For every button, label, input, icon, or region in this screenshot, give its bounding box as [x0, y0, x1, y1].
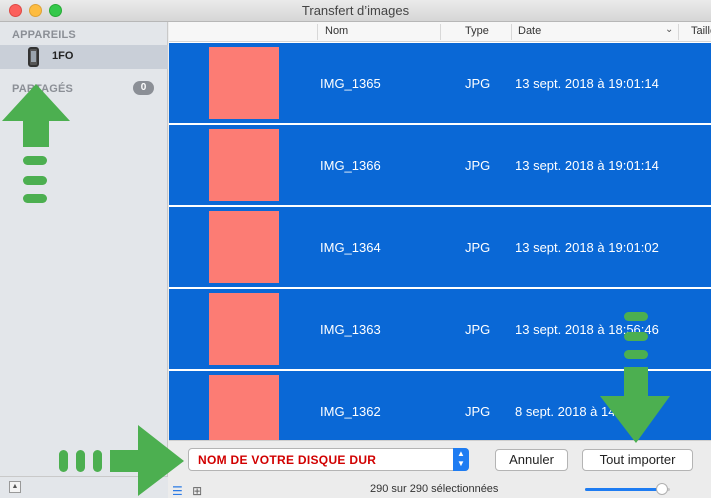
title-bar: Transfert d’images [0, 0, 711, 22]
image-thumbnail [209, 129, 279, 201]
image-list: Nom Type Date ⌄ Taille IMG_1365 JPG 13 s… [169, 22, 711, 498]
row-date: 13 sept. 2018 à 19:01:02 [515, 240, 659, 255]
table-row[interactable]: IMG_1366 JPG 13 sept. 2018 à 19:01:14 [169, 125, 711, 206]
sidebar: APPAREILS 1FO PARTAGÉS 0 ▲ [0, 22, 168, 498]
device-name: 1FO [52, 50, 74, 62]
destination-value: NOM DE VOTRE DISQUE DUR [198, 453, 377, 467]
view-switcher: ☰ ⊞ [172, 484, 202, 498]
row-name: IMG_1366 [320, 158, 381, 173]
grid-view-icon[interactable]: ⊞ [192, 484, 202, 498]
table-row[interactable]: IMG_1362 JPG 8 sept. 2018 à 14:25:50 [169, 371, 711, 440]
window-title: Transfert d’images [301, 3, 410, 18]
sort-chevron-icon: ⌄ [665, 24, 674, 35]
column-type[interactable]: Type [465, 25, 489, 37]
row-date: 13 sept. 2018 à 19:01:14 [515, 158, 659, 173]
shared-header: PARTAGÉS [12, 83, 74, 95]
cancel-button[interactable]: Annuler [495, 449, 568, 471]
image-thumbnail [209, 293, 279, 365]
row-name: IMG_1362 [320, 404, 381, 419]
phone-icon [28, 47, 39, 67]
slider-fill [585, 488, 662, 491]
sidebar-footer: ▲ [0, 476, 168, 498]
destination-select[interactable]: NOM DE VOTRE DISQUE DUR ▲ ▼ [188, 448, 469, 471]
table-row[interactable]: IMG_1364 JPG 13 sept. 2018 à 19:01:02 [169, 207, 711, 288]
import-toolbar: NOM DE VOTRE DISQUE DUR ▲ ▼ Annuler Tout … [169, 440, 711, 498]
row-date: 13 sept. 2018 à 19:01:14 [515, 76, 659, 91]
list-view-icon[interactable]: ☰ [172, 484, 183, 498]
row-type: JPG [465, 158, 491, 173]
row-date: 8 sept. 2018 à 14:25:50 [515, 404, 652, 419]
column-header: Nom Type Date ⌄ Taille [169, 22, 711, 42]
row-type: JPG [465, 240, 491, 255]
thumbnail-size-slider[interactable] [585, 483, 670, 495]
image-thumbnail [209, 375, 279, 440]
selection-status: 290 sur 290 sélectionnées [370, 483, 499, 495]
eject-icon[interactable]: ▲ [9, 481, 21, 493]
updown-chevron-icon[interactable]: ▲ ▼ [453, 448, 469, 471]
row-type: JPG [465, 404, 491, 419]
row-type: JPG [465, 322, 491, 337]
table-row[interactable]: IMG_1365 JPG 13 sept. 2018 à 19:01:14 [169, 43, 711, 124]
column-date[interactable]: Date [518, 25, 541, 37]
rows-container: IMG_1365 JPG 13 sept. 2018 à 19:01:14 IM… [169, 43, 711, 440]
import-all-button[interactable]: Tout importer [582, 449, 693, 471]
column-name[interactable]: Nom [325, 25, 348, 37]
shared-count-badge: 0 [133, 81, 154, 95]
column-size[interactable]: Taille [691, 25, 711, 37]
row-type: JPG [465, 76, 491, 91]
devices-header: APPAREILS [12, 29, 76, 41]
image-thumbnail [209, 47, 279, 119]
table-row[interactable]: IMG_1363 JPG 13 sept. 2018 à 18:56:46 [169, 289, 711, 370]
slider-knob[interactable] [655, 483, 668, 495]
row-name: IMG_1364 [320, 240, 381, 255]
image-thumbnail [209, 211, 279, 283]
row-name: IMG_1365 [320, 76, 381, 91]
row-date: 13 sept. 2018 à 18:56:46 [515, 322, 659, 337]
row-name: IMG_1363 [320, 322, 381, 337]
sidebar-item-device[interactable]: 1FO [0, 45, 168, 69]
